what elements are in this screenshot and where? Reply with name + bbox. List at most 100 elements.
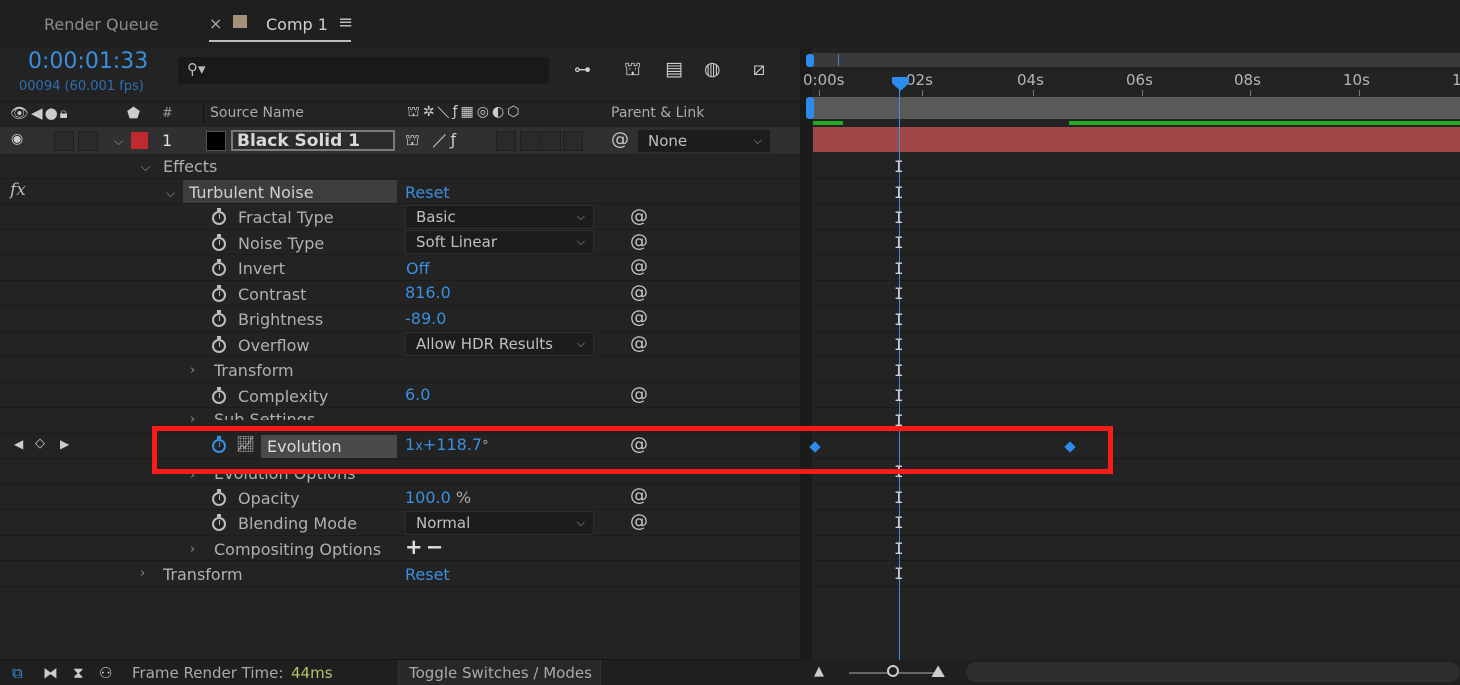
zoom-in-icon[interactable]: ⛰ [931,662,945,682]
panel-splitter[interactable] [800,48,812,660]
chevron-right-icon[interactable]: › [190,363,195,378]
chevron-down-icon: ⌵ [576,337,585,350]
blending-mode-label: Blending Mode [238,514,357,533]
switches-header-icons[interactable]: ⛫✲⟍ƒ▦◎◐⬡ [407,104,522,122]
timeline-scrollbar[interactable] [966,662,1460,682]
frame-blending-icon[interactable]: ▤ [665,58,683,80]
tab-render-queue[interactable]: Render Queue [44,15,159,34]
search-input[interactable]: ⚲▾ [178,57,549,84]
fractal-type-dropdown[interactable]: Basic ⌵ [405,205,594,229]
transform-group[interactable]: Transform [214,361,294,380]
stopwatch-icon[interactable] [212,514,226,531]
prev-keyframe-icon[interactable]: ◀ [14,437,23,451]
sub-settings-group[interactable]: Sub Settings [214,410,315,420]
chevron-right-icon[interactable]: › [190,542,195,557]
blending-mode-value: Normal [416,514,471,532]
evolution-options-group[interactable]: Evolution Options [214,474,355,483]
pickwhip-icon[interactable]: @ [630,231,648,252]
tab-comp-1[interactable]: Comp 1 [266,15,328,34]
invert-value[interactable]: Off [406,259,430,278]
effect-reset-link[interactable]: Reset [405,183,450,202]
pickwhip-icon[interactable]: @ [630,511,648,532]
fractal-type-value: Basic [416,208,456,226]
fx-icon[interactable]: fx [10,180,26,200]
chevron-down-icon[interactable]: ⌵ [166,186,175,201]
opacity-value[interactable]: 100.0 [405,488,451,507]
timeline-row-divider [813,203,1460,204]
brightness-value[interactable]: -89.0 [405,309,446,328]
stopwatch-icon[interactable] [212,285,226,302]
parent-pickwhip-icon[interactable]: @ [611,129,629,150]
av-switch-icons[interactable]: 👁︎◀︎●🔒︎ [10,104,70,122]
pickwhip-icon[interactable]: @ [630,307,648,328]
noise-type-dropdown[interactable]: Soft Linear ⌵ [405,230,594,254]
stopwatch-icon[interactable] [212,234,226,251]
stopwatch-icon[interactable] [212,310,226,327]
chevron-right-icon[interactable]: › [140,566,145,581]
time-navigator[interactable] [812,53,1460,67]
complexity-value[interactable]: 6.0 [405,385,430,404]
stopwatch-icon[interactable] [212,489,226,506]
current-time-marker-icon: I [894,183,904,202]
motion-blur-icon[interactable]: ◍ [704,58,721,80]
blending-mode-dropdown[interactable]: Normal ⌵ [405,511,594,535]
compositing-options-group[interactable]: Compositing Options [214,540,381,559]
pickwhip-icon[interactable]: @ [630,485,648,506]
layer-switches-icon[interactable]: ⧓ [43,664,58,682]
transform-reset-link[interactable]: Reset [405,565,450,584]
stopwatch-icon[interactable] [212,336,226,353]
comp-mini-flowchart-icon[interactable]: ⧉ [12,664,23,682]
motion-blur-switch[interactable] [496,131,516,151]
layer-switch-icons[interactable]: ⛫ ⟋ƒ [405,130,460,151]
3d-switch[interactable] [541,131,561,151]
parent-link-header[interactable]: Parent & Link [611,105,704,121]
layer-transform-group[interactable]: Transform [163,565,243,584]
zoom-out-icon[interactable]: ▲ [814,664,824,679]
parent-value: None [648,132,688,150]
source-name-header[interactable]: Source Name [210,105,304,121]
extra-switch[interactable] [563,131,583,151]
comp-flowchart-icon[interactable]: ⊶ [574,60,591,80]
panel-menu-icon[interactable]: ≡ [338,12,353,33]
chevron-right-icon[interactable]: › [190,412,195,427]
audio-switch[interactable] [54,131,74,151]
time-tick-mark [1359,90,1360,96]
zoom-slider-thumb[interactable] [887,665,899,677]
next-keyframe-icon[interactable]: ▶ [60,437,69,451]
opacity-value-group[interactable]: 100.0 % [405,488,471,507]
current-timecode[interactable]: 0:00:01:33 [28,49,148,74]
effects-group[interactable]: Effects [163,157,217,176]
shy-layers-icon[interactable]: ⛫ [624,58,641,83]
transfer-controls-icon[interactable]: ⧗ [73,664,84,682]
label-column-icon[interactable]: ⬟ [127,104,140,122]
pickwhip-icon[interactable]: @ [630,206,648,227]
pickwhip-icon[interactable]: @ [630,282,648,303]
adjustment-switch[interactable] [520,131,540,151]
overflow-dropdown[interactable]: Allow HDR Results ⌵ [405,332,594,356]
layer-name-box[interactable]: Black Solid 1 [231,130,395,151]
stopwatch-icon[interactable] [212,387,226,404]
navigator-start-handle[interactable] [806,54,814,67]
pickwhip-icon[interactable]: @ [630,256,648,277]
work-area-bar[interactable] [812,97,1460,119]
chevron-down-icon[interactable]: ⌵ [114,134,123,149]
chevron-down-icon[interactable]: ⌵ [141,160,150,175]
layer-label-color[interactable] [131,132,148,149]
turbulent-noise-effect[interactable]: Turbulent Noise [189,183,314,202]
add-keyframe-icon[interactable]: ◇ [35,436,45,451]
graph-editor-icon[interactable]: ⧄ [753,58,765,80]
layer-duration-bar[interactable] [813,127,1460,152]
add-remove-mask-icons[interactable]: +− [405,535,446,559]
visibility-eye-icon[interactable]: ◉ [11,131,23,147]
pickwhip-icon[interactable]: @ [630,333,648,354]
close-icon[interactable]: × [209,14,222,33]
parent-dropdown[interactable]: None ⌵ [637,129,771,153]
stopwatch-icon[interactable] [212,259,226,276]
pickwhip-icon[interactable]: @ [630,384,648,405]
lock-switch[interactable] [78,131,98,151]
toggle-switches-modes-button[interactable]: Toggle Switches / Modes [398,660,601,685]
stopwatch-icon[interactable] [212,208,226,225]
contrast-value[interactable]: 816.0 [405,283,451,302]
render-time-icon[interactable]: ⚇ [99,664,112,682]
work-area-start-handle[interactable] [806,97,814,119]
